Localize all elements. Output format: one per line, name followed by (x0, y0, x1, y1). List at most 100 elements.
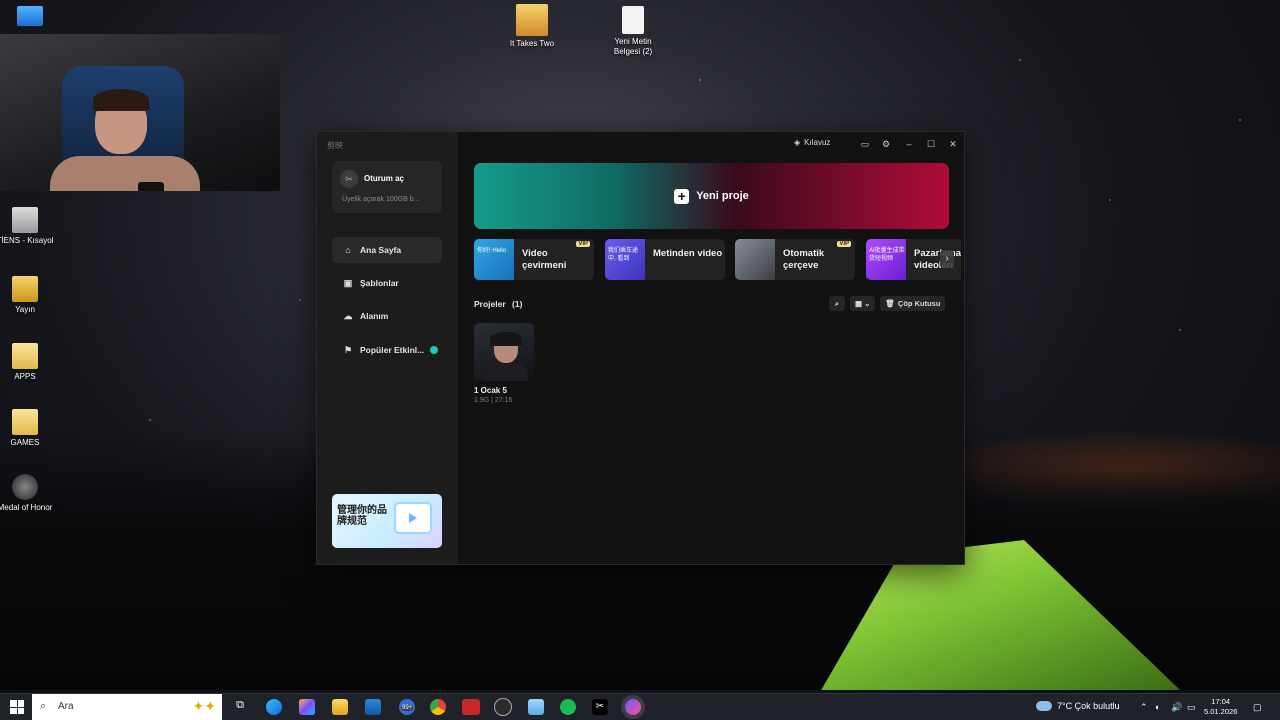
trash-label: Çöp Kutusu (897, 299, 941, 308)
computer-icon (17, 6, 43, 26)
guide-label: Kılavuz (804, 138, 831, 147)
login-subtitle: Üyelik açarak 100GB b... (342, 196, 420, 203)
maximize-icon[interactable]: ☐ (924, 137, 938, 151)
copilot-icon[interactable] (299, 699, 315, 715)
app-logo: 剪映 (327, 141, 343, 150)
app-icon-blue[interactable] (528, 699, 544, 715)
chevron-up-icon[interactable]: ⌃ (1140, 702, 1148, 713)
obs-icon[interactable] (495, 699, 511, 715)
file-explorer-icon[interactable] (332, 699, 348, 715)
trash-button[interactable]: 🗑 Çöp Kutusu (880, 296, 946, 311)
capcut-icon[interactable]: ✂ (592, 699, 608, 715)
clock-date: 5.01.2026 (1204, 707, 1238, 716)
desktop-icon-computer[interactable] (0, 6, 60, 29)
game-icon (516, 4, 548, 36)
outlook-icon[interactable] (365, 699, 381, 715)
flag-icon: ⚑ (343, 344, 353, 355)
battery-icon[interactable]: ▭ (1187, 702, 1196, 713)
sidebar-item-templates[interactable]: ▣ Şablonlar (332, 270, 442, 296)
projects-heading: Projeler (1) (474, 299, 522, 309)
chevron-right-icon[interactable]: › (940, 250, 954, 268)
thumbnail-person-body (484, 363, 528, 381)
sidebar-item-label: Alanım (360, 311, 389, 321)
task-view-icon[interactable]: ⧉ (232, 699, 248, 715)
webcam-person-hair (93, 89, 149, 111)
taskbar-search[interactable]: ⌕ Ara ✦✦ (32, 694, 222, 720)
edge-icon[interactable] (266, 699, 282, 715)
window-titlebar: ◈ Kılavuz ▭ ⚙ – ☐ ✕ (458, 132, 964, 156)
notification-dot (430, 346, 439, 354)
sidebar-item-my-space[interactable]: ☁ Alanım (332, 303, 442, 329)
desktop-icon-it-takes-two[interactable]: It Takes Two (502, 4, 562, 49)
promo-banner[interactable]: 管理你的品牌规范 (332, 494, 442, 548)
desktop-icon-label: It Takes Two (509, 39, 555, 48)
desktop-icon-games[interactable]: GAMES (0, 409, 55, 448)
vip-badge: VIP (576, 241, 590, 247)
new-project-label: Yeni proje (696, 190, 749, 202)
cloud-icon (1036, 701, 1052, 711)
shortcut-icon (12, 207, 38, 233)
search-icon[interactable]: ⌕ (829, 296, 845, 311)
clock[interactable]: 17:04 5.01.2026 (1204, 697, 1237, 717)
folder-icon (12, 409, 38, 435)
login-card[interactable]: ✂ Oturum aç Üyelik açarak 100GB b... (332, 161, 442, 213)
video-translator-thumbnail: 你好! Hello (474, 239, 514, 280)
search-icon: ⌕ (40, 700, 47, 712)
desktop-icon-tiens[interactable]: TİENS - Kısayol (0, 207, 55, 246)
promo-video-icon (396, 504, 430, 532)
clock-time: 17:04 (1211, 697, 1231, 706)
desktop-icon-yayin[interactable]: Yayın (0, 276, 55, 315)
thumb-text: 我们乘车途中, 看到 (608, 248, 639, 262)
feature-card-video-translator[interactable]: 你好! Hello Video çevirmeni VIP (474, 239, 594, 280)
chrome-icon[interactable] (430, 699, 446, 715)
feedback-icon[interactable]: ▭ (858, 137, 872, 151)
sidebar-item-popular-events[interactable]: ⚑ Popüler Etkinl... (332, 337, 442, 363)
volume-icon[interactable]: 🔊 (1171, 702, 1182, 713)
sidebar: 剪映 ✂ Oturum aç Üyelik açarak 100GB b... … (317, 132, 458, 564)
spotify-icon[interactable] (560, 699, 576, 715)
desktop-icon-medal-of-honor[interactable]: Medal of Honor (0, 474, 55, 513)
weather-widget[interactable]: 7°C Çok bulutlu (1036, 701, 1120, 711)
active-app-icon[interactable] (625, 699, 641, 715)
thumbnail-headphones (490, 332, 522, 346)
whatsapp-icon[interactable]: 99+ (399, 699, 415, 715)
capcut-window: 剪映 ✂ Oturum aç Üyelik açarak 100GB b... … (316, 131, 965, 565)
desktop-icon-text-document[interactable]: Yeni Metin Belgesi (2) (603, 6, 663, 57)
desktop-icon-label: Yeni Metin Belgesi (2) (613, 37, 653, 56)
weather-text: 7°C Çok bulutlu (1057, 701, 1120, 711)
feature-card-text-to-video[interactable]: 我们乘车途中, 看到 Metinden video (605, 239, 725, 280)
text-document-icon (622, 6, 644, 34)
project-name[interactable]: 1 Ocak 5 (474, 386, 507, 395)
project-thumbnail[interactable] (474, 323, 534, 381)
search-placeholder: Ara (58, 701, 74, 712)
view-toggle-button[interactable]: ▦ ⌄ (850, 296, 876, 311)
grid-icon: ▦ (855, 299, 863, 308)
notification-badge: 99+ (401, 705, 414, 711)
chevron-down-icon: ⌄ (864, 299, 871, 308)
sparkle-icon: ✦✦ (192, 698, 216, 714)
new-project-button[interactable]: + Yeni proje (474, 163, 949, 229)
desktop-icon-apps[interactable]: APPS (0, 343, 55, 382)
promo-text: 管理你的品牌规范 (337, 505, 387, 527)
guide-icon: ◈ (794, 138, 801, 147)
guide-button[interactable]: ◈ Kılavuz (794, 138, 830, 147)
desktop-icon-label: Yayın (15, 305, 35, 314)
feature-carousel: 你好! Hello Video çevirmeni VIP 我们乘车途中, 看到… (474, 239, 961, 280)
text-to-video-thumbnail: 我们乘车途中, 看到 (605, 239, 645, 280)
home-icon: ⌂ (345, 245, 351, 255)
feature-label: Video çevirmeni (522, 248, 567, 271)
app-icon-red[interactable] (462, 699, 480, 715)
notification-icon[interactable]: ▢ (1253, 702, 1262, 713)
feature-card-auto-reframe[interactable]: Otomatik çerçeve VIP (735, 239, 855, 280)
project-meta: 1.9G | 27:16 (474, 397, 513, 404)
network-icon[interactable]: ◐ (1155, 702, 1160, 712)
close-icon[interactable]: ✕ (946, 137, 960, 151)
game-icon (12, 474, 38, 500)
vip-badge: VIP (837, 241, 851, 247)
windows-start-icon[interactable] (10, 700, 24, 714)
settings-icon[interactable]: ⚙ (879, 137, 893, 151)
sidebar-item-home[interactable]: ⌂ Ana Sayfa (332, 237, 442, 263)
sidebar-item-label: Şablonlar (360, 278, 399, 288)
minimize-icon[interactable]: – (902, 137, 916, 151)
trash-icon: 🗑 (885, 299, 895, 308)
